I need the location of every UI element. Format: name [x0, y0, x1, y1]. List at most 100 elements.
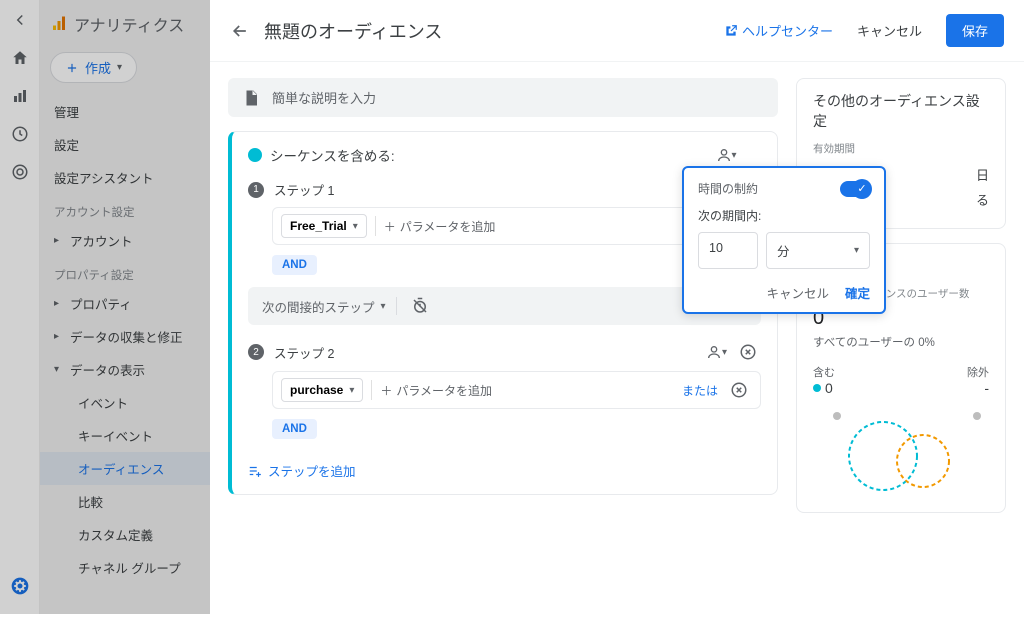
help-center-label: ヘルプセンター [742, 21, 833, 40]
event-selector-step2[interactable]: purchase ▾ [281, 378, 363, 402]
add-step-label: ステップを追加 [268, 461, 356, 480]
ads-icon[interactable] [10, 162, 30, 182]
popover-confirm-button[interactable]: 確定 [845, 283, 870, 302]
nav-display[interactable]: ▾ データの表示 [40, 353, 210, 386]
venn-diagram-icon [813, 406, 993, 496]
step-number-badge: 2 [248, 344, 264, 360]
settings-gear-icon[interactable] [10, 576, 30, 596]
step-2-condition: purchase ▾ ＋ パラメータを追加 または [272, 371, 761, 409]
chevron-down-icon: ▾ [732, 150, 737, 161]
explore-icon[interactable] [10, 124, 30, 144]
nav-collection[interactable]: ▸ データの収集と修正 [40, 320, 210, 353]
step-relation-selector[interactable]: 次の間接的ステップ ▾ [262, 297, 386, 316]
description-icon [242, 89, 260, 107]
event-selector-step1[interactable]: Free_Trial ▾ [281, 214, 367, 238]
chevron-down-icon: ▾ [349, 385, 354, 396]
nav-channel-group[interactable]: チャネル グループ [40, 551, 210, 584]
nav-settings[interactable]: 設定 [40, 128, 210, 161]
add-parameter-step1[interactable]: ＋ パラメータを追加 [384, 218, 496, 235]
chevron-down-icon: ▾ [117, 62, 122, 73]
analytics-logo-icon [50, 15, 68, 33]
add-param-label: パラメータを追加 [396, 382, 492, 399]
nav-property[interactable]: ▸ プロパティ [40, 287, 210, 320]
nav-label: データの表示 [70, 360, 145, 379]
close-circle-icon [739, 343, 757, 361]
time-constraint-button[interactable] [407, 295, 433, 317]
chevron-down-icon: ▾ [54, 364, 64, 375]
timer-off-icon [411, 297, 429, 315]
indirect-label: 次の間接的ステップ [262, 297, 375, 316]
playlist-add-icon [248, 464, 262, 478]
summary-all-users: すべてのユーザーの 0% [813, 334, 989, 350]
divider [375, 216, 376, 236]
cancel-button[interactable]: キャンセル [857, 21, 922, 40]
nav-audiences[interactable]: オーディエンス [40, 452, 210, 485]
plus-icon: ＋ [384, 218, 396, 235]
exclude-label: 除外 [967, 364, 989, 380]
duration-unit-select[interactable]: 分 ▾ [766, 232, 870, 269]
add-parameter-step2[interactable]: ＋ パラメータを追加 [380, 382, 492, 399]
include-dot-icon [813, 384, 821, 392]
nav-section-account: アカウント設定 [40, 194, 210, 224]
chevron-down-icon: ▾ [854, 245, 859, 256]
admin-sidebar: アナリティクス 作成 ▾ 管理 設定 設定アシスタント アカウント設定 ▸ アカ… [40, 0, 210, 614]
plus-icon [65, 61, 79, 75]
event-name: purchase [290, 383, 343, 397]
create-button-label: 作成 [85, 58, 111, 77]
nav-account-label: アカウント [70, 231, 133, 250]
back-button[interactable] [230, 21, 250, 41]
chevron-down-icon: ▾ [722, 347, 727, 358]
time-constraint-popover: 時間の制約 ✓ 次の期間内: 10 分 ▾ キャンセル 確定 [682, 166, 886, 314]
step-1-label: ステップ 1 [274, 180, 334, 199]
nav-assistant[interactable]: 設定アシスタント [40, 161, 210, 194]
description-input[interactable]: 簡単な説明を入力 [228, 78, 778, 117]
and-button-step2[interactable]: AND [272, 419, 761, 439]
nav-section-property: プロパティ設定 [40, 257, 210, 287]
nav-account[interactable]: ▸ アカウント [40, 224, 210, 257]
unit-label: 分 [777, 241, 790, 260]
divider [371, 380, 372, 400]
remove-step-button[interactable] [735, 341, 761, 363]
icon-rail [0, 0, 40, 614]
chevron-right-icon: ▸ [54, 298, 64, 309]
scope-selector[interactable]: ▾ [712, 145, 741, 165]
close-circle-icon [730, 381, 748, 399]
nav-events[interactable]: イベント [40, 386, 210, 419]
step-number-badge: 1 [248, 182, 264, 198]
nav-key-events[interactable]: キーイベント [40, 419, 210, 452]
chevron-down-icon: ▾ [381, 301, 386, 312]
arrow-left-icon [230, 21, 250, 41]
nav-admin[interactable]: 管理 [40, 95, 210, 128]
duration-value-input[interactable]: 10 [698, 232, 758, 269]
or-button[interactable]: または [682, 382, 718, 399]
description-placeholder: 簡単な説明を入力 [272, 88, 376, 107]
help-center-link[interactable]: ヘルプセンター [724, 21, 833, 40]
brand-text: アナリティクス [74, 12, 184, 36]
popover-cancel-button[interactable]: キャンセル [766, 283, 829, 302]
chevron-right-icon: ▸ [54, 331, 64, 342]
home-icon[interactable] [10, 48, 30, 68]
nav-custom-def[interactable]: カスタム定義 [40, 518, 210, 551]
plus-icon: ＋ [380, 382, 392, 399]
nav-compare[interactable]: 比較 [40, 485, 210, 518]
step-2-header: 2 ステップ 2 ▾ [232, 339, 777, 371]
duration-label: 有効期間 [813, 141, 989, 156]
open-external-icon [724, 24, 738, 38]
add-step-button[interactable]: ステップを追加 [248, 461, 761, 480]
save-button[interactable]: 保存 [946, 14, 1004, 47]
step2-scope-selector[interactable]: ▾ [702, 342, 731, 362]
remove-condition-button[interactable] [726, 379, 752, 401]
step-2-label: ステップ 2 [274, 343, 334, 362]
include-label: 含む [813, 364, 835, 380]
within-label: 次の期間内: [698, 207, 870, 224]
include-dot-icon [248, 148, 262, 162]
create-button[interactable]: 作成 ▾ [50, 52, 137, 83]
user-icon [706, 344, 722, 360]
add-param-label: パラメータを追加 [400, 218, 496, 235]
include-value: 0 [825, 380, 833, 396]
reports-icon[interactable] [10, 86, 30, 106]
back-arrow-icon[interactable] [10, 10, 30, 30]
exclude-value: - [967, 380, 989, 396]
constraint-toggle[interactable]: ✓ [840, 181, 870, 197]
aside-settings-title: その他のオーディエンス設定 [813, 91, 989, 131]
